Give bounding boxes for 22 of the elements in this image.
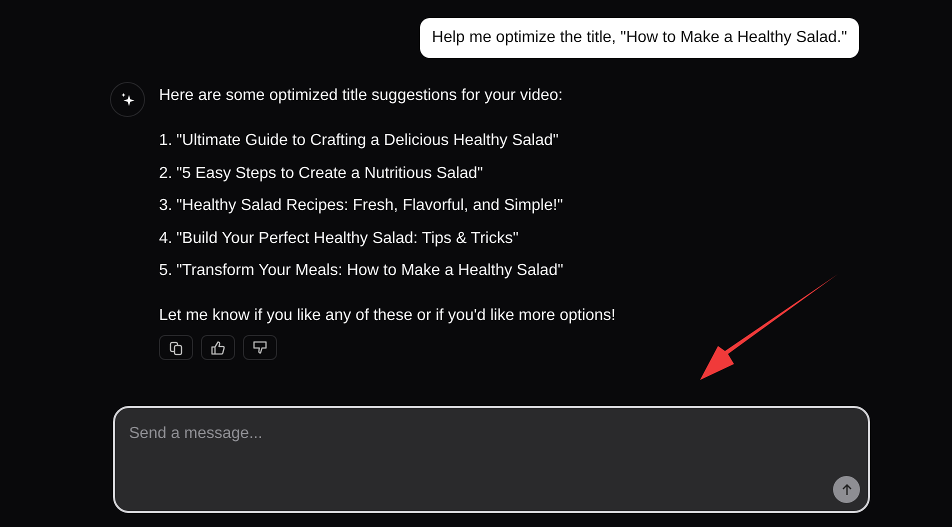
- list-number: 4.: [159, 228, 172, 248]
- list-number: 5.: [159, 261, 172, 281]
- assistant-message-text: Here are some optimized title suggestions for your video:: [159, 86, 564, 106]
- title-suggestion: "Build Your Perfect Healthy Salad: Tips & Tricks": [176, 228, 519, 248]
- list-number: 2.: [159, 164, 172, 184]
- title-suggestion: "Transform Your Meals: How to Make a Healthy Salad": [176, 261, 564, 281]
- list-number: 3.: [159, 196, 172, 216]
- copy-button[interactable]: [159, 335, 193, 360]
- thumbs-down-icon: [252, 340, 268, 356]
- list-number: 1.: [159, 131, 172, 151]
- user-message: Help me optimize the title, "How to Make a Healthy Salad.": [420, 18, 859, 58]
- assistant-avatar-icon: [110, 82, 145, 117]
- thumbs-down-button[interactable]: [243, 335, 277, 360]
- title-suggestion: "Healthy Salad Recipes: Fresh, Flavorful, and Simple!": [176, 196, 563, 216]
- assistant-message-text: Let me know if you like any of these or if you'd like more options!: [159, 306, 616, 326]
- copy-icon: [168, 340, 184, 356]
- thumbs-up-icon: [210, 340, 226, 356]
- arrow-up-icon: [840, 482, 854, 496]
- title-suggestion: "Ultimate Guide to Crafting a Delicious Healthy Salad": [176, 131, 559, 151]
- title-suggestion: "5 Easy Steps to Create a Nutritious Salad": [176, 164, 483, 184]
- thumbs-up-button[interactable]: [201, 335, 235, 360]
- message-input-field[interactable]: Send a message...: [113, 406, 870, 513]
